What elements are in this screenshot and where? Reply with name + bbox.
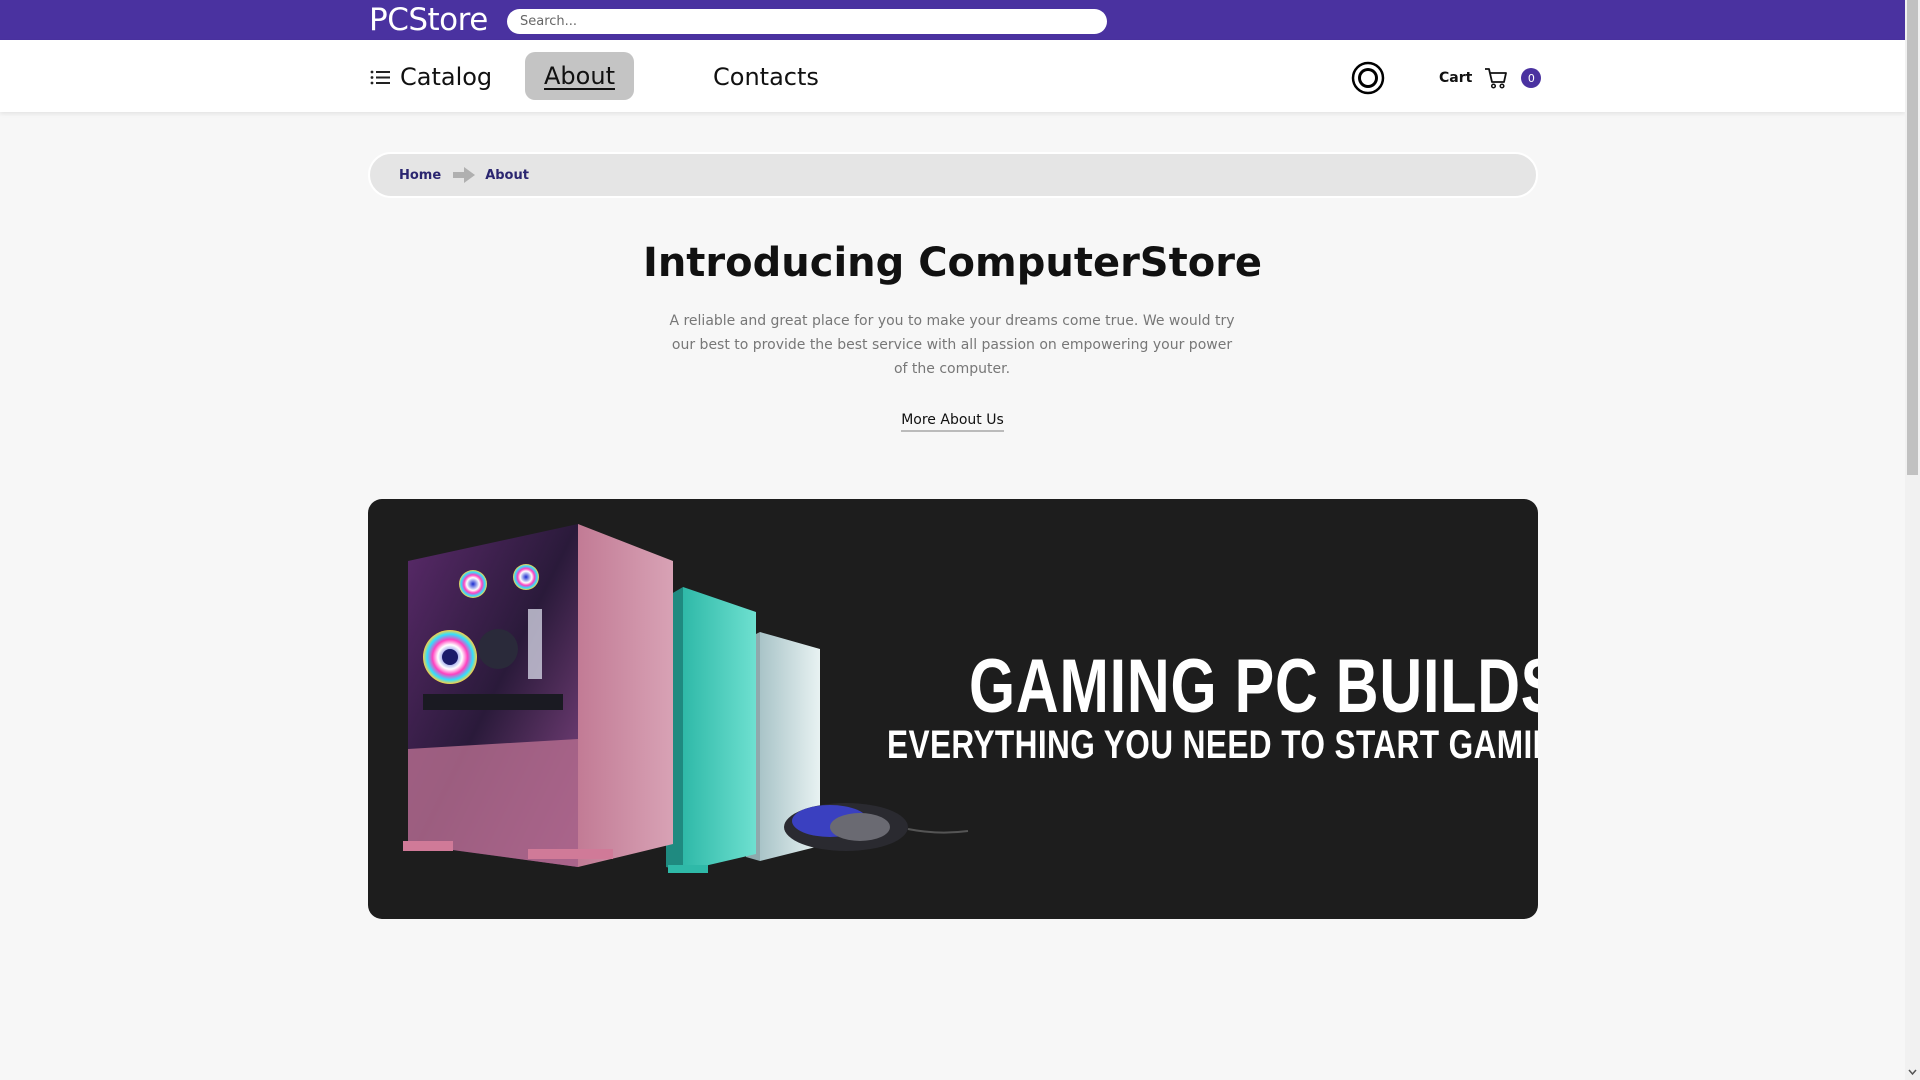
more-about-link[interactable]: More About Us <box>901 412 1004 432</box>
breadcrumb-current: About <box>485 167 529 183</box>
banner-title: GAMING PC BUILDS <box>969 644 1538 729</box>
nav-catalog-label: Catalog <box>400 63 493 91</box>
nav-about-label: About <box>544 62 615 90</box>
hero-banner: GAMING PC BUILDS EVERYTHING YOU NEED TO … <box>368 499 1538 919</box>
page-scrollbar[interactable] <box>1905 0 1920 1080</box>
breadcrumb-home[interactable]: Home <box>399 168 441 183</box>
shopping-cart-icon <box>1485 68 1508 89</box>
gaming-pc-image <box>403 524 969 873</box>
cart-label: Cart <box>1439 70 1473 86</box>
nav-contacts[interactable]: Contacts <box>713 60 819 94</box>
list-icon <box>370 70 390 84</box>
scrollbar-thumb[interactable] <box>1907 0 1918 475</box>
top-bar: PCStore <box>0 0 1905 40</box>
chevron-down-icon[interactable] <box>1907 1067 1918 1078</box>
main-nav: Catalog About Contacts Cart 0 <box>0 40 1905 112</box>
nav-contacts-label: Contacts <box>713 63 819 91</box>
cart-link[interactable]: Cart 0 <box>1439 64 1542 92</box>
arrow-right-icon <box>453 167 476 183</box>
search-input[interactable] <box>507 9 1107 34</box>
intro-description: A reliable and great place for you to ma… <box>669 313 1235 377</box>
nav-catalog[interactable]: Catalog <box>370 60 492 94</box>
site-logo[interactable]: PCStore <box>369 1 488 39</box>
page-title: Introducing ComputerStore <box>642 240 1263 286</box>
user-circle-icon[interactable] <box>1351 61 1385 95</box>
nav-about[interactable]: About <box>525 52 634 100</box>
banner-subtitle: EVERYTHING YOU NEED TO START GAMING <box>887 723 1538 767</box>
breadcrumb: Home About <box>368 152 1538 198</box>
cart-count-badge: 0 <box>1521 68 1542 88</box>
more-about-container: More About Us <box>0 409 1905 432</box>
